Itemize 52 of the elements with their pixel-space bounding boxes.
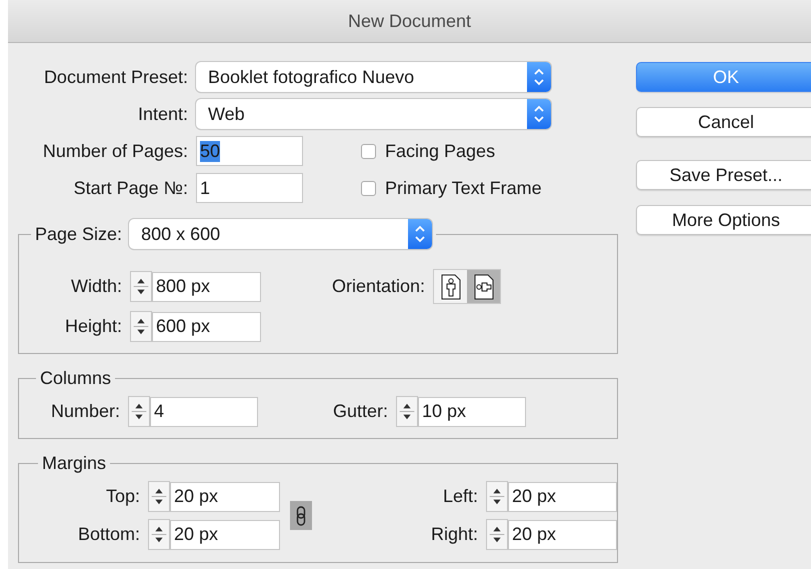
portrait-page-icon — [440, 274, 462, 300]
page-size-select[interactable]: 800 x 600 — [129, 219, 432, 249]
checkbox[interactable]: Primary Text Frame — [361, 178, 542, 198]
field-label: Height: — [64, 316, 122, 337]
field-label: Number of Pages: — [42, 140, 188, 162]
input-field[interactable]: 20 px — [170, 482, 280, 512]
input-field[interactable]: 600 px — [152, 312, 261, 342]
field-label: Right: — [430, 524, 478, 545]
chevrons-icon — [527, 62, 551, 92]
input-field[interactable]: 10 px — [418, 396, 526, 426]
stepper-icon[interactable] — [128, 396, 150, 427]
group-label: Margins — [42, 453, 106, 474]
dialog-button[interactable]: Save Preset... — [636, 160, 811, 190]
input-field[interactable]: 1 — [196, 173, 303, 203]
input-field[interactable]: 20 px — [170, 520, 280, 550]
field-label: Bottom: — [76, 524, 140, 545]
field-label: Number: — [50, 401, 120, 422]
stepper-icon[interactable] — [148, 481, 170, 512]
orientation-button[interactable] — [467, 270, 500, 303]
preset-select[interactable]: Booklet fotografico Nuevo — [196, 62, 551, 92]
chevrons-icon — [408, 219, 432, 249]
field-label: Top: — [104, 486, 140, 507]
link-button[interactable] — [290, 501, 312, 530]
intent-select[interactable]: Web — [196, 99, 551, 129]
group-label: Page Size: — [35, 224, 122, 244]
stepper-icon[interactable] — [130, 271, 152, 302]
stepper-icon[interactable] — [486, 481, 508, 512]
field-label: Gutter: — [332, 401, 388, 422]
field-label: Start Page №: — [72, 178, 188, 198]
dialog-button[interactable]: More Options — [636, 205, 811, 235]
field-label: Document Preset: — [42, 66, 188, 88]
chain-link-icon — [296, 506, 306, 526]
field-label: Width: — [70, 276, 122, 297]
input-field[interactable]: 4 — [150, 396, 258, 426]
dialog-button[interactable]: Cancel — [636, 107, 811, 137]
field-label: Orientation: — [332, 276, 426, 297]
input-field[interactable]: 20 px — [508, 520, 617, 550]
orientation-button[interactable] — [434, 270, 468, 303]
field-label: Intent: — [136, 104, 188, 124]
landscape-page-icon — [472, 274, 495, 300]
checkbox[interactable]: Facing Pages — [361, 140, 496, 162]
stepper-icon[interactable] — [148, 519, 170, 550]
stepper-icon[interactable] — [396, 396, 418, 427]
input-field[interactable]: 50 — [196, 136, 303, 166]
chevrons-icon — [527, 99, 551, 129]
field-label: Left: — [442, 486, 478, 507]
input-field[interactable]: 20 px — [508, 482, 617, 512]
group-label: Columns — [40, 368, 112, 389]
stepper-icon[interactable] — [130, 311, 152, 342]
stepper-icon[interactable] — [486, 519, 508, 550]
window-title: New Document — [348, 10, 472, 32]
input-field[interactable]: 800 px — [152, 272, 261, 302]
